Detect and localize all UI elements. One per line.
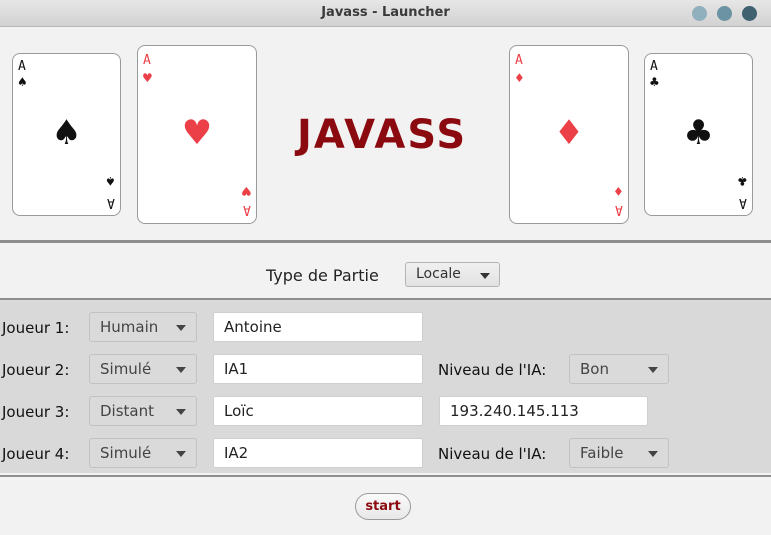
player-2-type-dropdown[interactable]: Simulé xyxy=(89,354,197,384)
minimize-button[interactable] xyxy=(692,6,707,21)
player-2-ai-level-label: Niveau de l'IA: xyxy=(438,361,547,379)
players-panel: Joueur 1: Humain Antoine Joueur 2: Simul… xyxy=(0,298,771,473)
card-rank: A xyxy=(615,202,623,217)
app-logo: JAVASS xyxy=(297,112,468,158)
club-icon: ♣ xyxy=(649,75,660,89)
chevron-down-icon xyxy=(176,325,186,331)
header-banner: A ♠ ♠ ♠ A A ♥ ♥ ♥ A JAVASS A ♦ ♦ ♦ A A ♣… xyxy=(0,28,771,239)
player-2-type-value: Simulé xyxy=(100,360,152,378)
club-icon: ♣ xyxy=(683,113,714,153)
card-rank: A xyxy=(515,53,523,68)
player-2-ai-level-dropdown[interactable]: Bon xyxy=(569,354,669,384)
card-ace-spades: A ♠ ♠ ♠ A xyxy=(12,53,121,216)
player-4-ai-level-label: Niveau de l'IA: xyxy=(438,445,547,463)
card-rank: A xyxy=(243,202,251,217)
card-rank: A xyxy=(18,59,26,74)
player-1-name-field[interactable]: Antoine xyxy=(213,312,423,342)
chevron-down-icon xyxy=(480,273,490,279)
game-type-dropdown[interactable]: Locale xyxy=(405,262,500,287)
club-icon: ♣ xyxy=(737,174,748,188)
player-3-type-dropdown[interactable]: Distant xyxy=(89,396,197,426)
heart-icon: ♥ xyxy=(181,113,213,153)
player-4-ai-level-value: Faible xyxy=(580,444,624,462)
game-type-row: Type de Partie Locale xyxy=(0,244,771,298)
chevron-down-icon xyxy=(648,367,658,373)
player-4-ai-level-dropdown[interactable]: Faible xyxy=(569,438,669,468)
window-title: Javass - Launcher xyxy=(321,5,450,20)
heart-icon: ♥ xyxy=(241,184,252,198)
card-rank: A xyxy=(143,53,151,68)
card-ace-clubs: A ♣ ♣ ♣ A xyxy=(644,53,753,216)
card-rank: A xyxy=(650,59,658,74)
player-3-type-value: Distant xyxy=(100,402,154,420)
player-4-type-value: Simulé xyxy=(100,444,152,462)
card-ace-diamonds: A ♦ ♦ ♦ A xyxy=(509,45,629,224)
card-ace-hearts: A ♥ ♥ ♥ A xyxy=(137,45,257,224)
player-2-ai-level-value: Bon xyxy=(580,360,609,378)
chevron-down-icon xyxy=(176,367,186,373)
spade-icon: ♠ xyxy=(51,113,82,153)
game-type-label: Type de Partie xyxy=(266,266,379,285)
start-button[interactable]: start xyxy=(355,493,411,520)
card-rank: A xyxy=(739,195,747,210)
player-2-name-field[interactable]: IA1 xyxy=(213,354,423,384)
player-1-label: Joueur 1: xyxy=(2,319,70,337)
title-bar: Javass - Launcher xyxy=(0,0,771,27)
maximize-button[interactable] xyxy=(717,6,732,21)
player-1-type-dropdown[interactable]: Humain xyxy=(89,312,197,342)
diamond-icon: ♦ xyxy=(514,71,525,85)
player-4-name-field[interactable]: IA2 xyxy=(213,438,423,468)
chevron-down-icon xyxy=(648,451,658,457)
player-4-label: Joueur 4: xyxy=(2,445,70,463)
diamond-icon: ♦ xyxy=(553,113,585,153)
heart-icon: ♥ xyxy=(142,71,153,85)
game-type-value: Locale xyxy=(416,266,461,282)
footer: start xyxy=(0,475,771,535)
spade-icon: ♠ xyxy=(17,75,28,89)
player-3-address-field[interactable]: 193.240.145.113 xyxy=(439,396,648,426)
card-rank: A xyxy=(107,195,115,210)
player-4-type-dropdown[interactable]: Simulé xyxy=(89,438,197,468)
spade-icon: ♠ xyxy=(105,174,116,188)
player-1-type-value: Humain xyxy=(100,318,159,336)
diamond-icon: ♦ xyxy=(613,184,624,198)
close-button[interactable] xyxy=(742,6,757,21)
player-3-label: Joueur 3: xyxy=(2,403,70,421)
chevron-down-icon xyxy=(176,451,186,457)
player-3-name-field[interactable]: Loïc xyxy=(213,396,423,426)
header-separator xyxy=(0,240,771,243)
chevron-down-icon xyxy=(176,409,186,415)
player-2-label: Joueur 2: xyxy=(2,361,70,379)
